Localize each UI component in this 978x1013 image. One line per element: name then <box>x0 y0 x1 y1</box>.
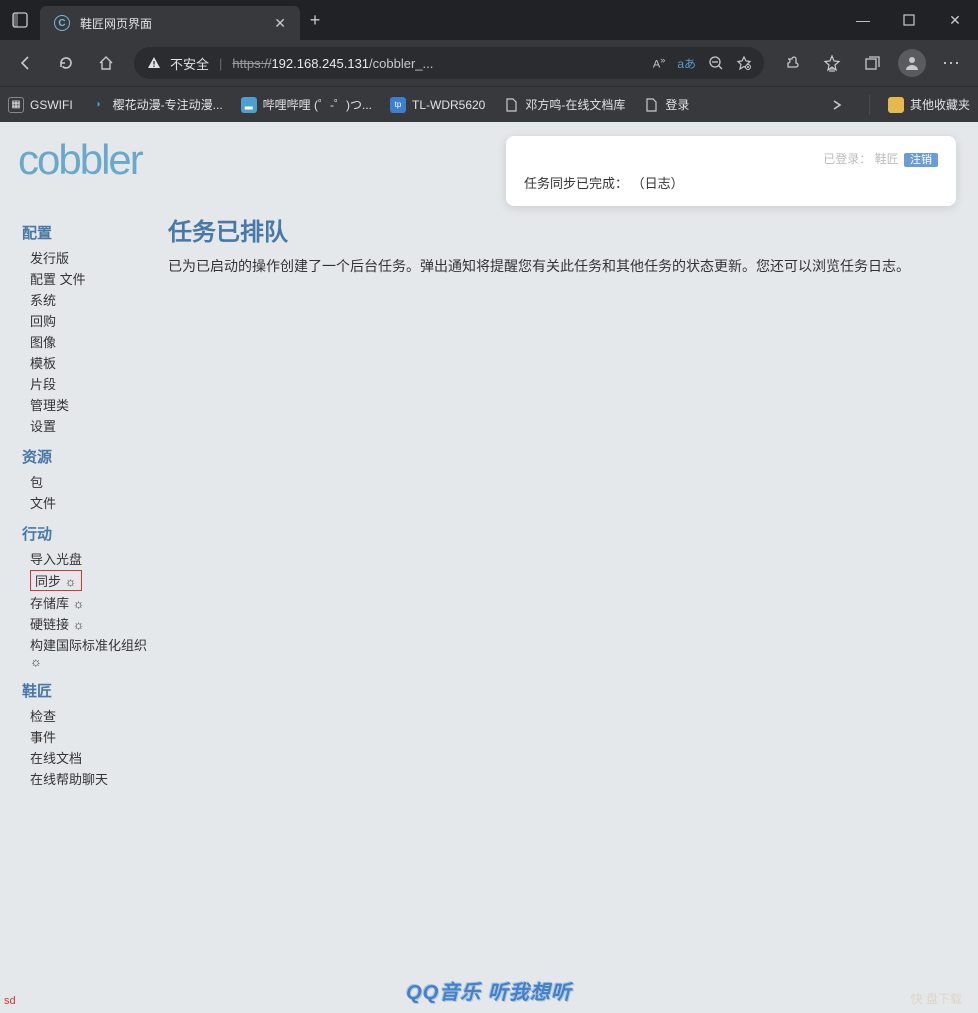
sidebar-item-templates[interactable]: 模板 <box>22 352 162 373</box>
sidebar-section-actions: 行动 <box>22 523 162 544</box>
sidebar-item-packages[interactable]: 包 <box>22 471 162 492</box>
window-controls: — ✕ <box>840 0 978 40</box>
tab-manager-icon[interactable] <box>0 12 40 28</box>
notification-panel: 已登录： 鞋匠 注销 任务同步已完成： （日志） <box>506 136 956 206</box>
tab-title: 鞋匠网页界面 <box>80 15 264 32</box>
sidebar-item-systems[interactable]: 系统 <box>22 289 162 310</box>
refresh-button[interactable] <box>48 45 84 81</box>
sidebar-item-docs[interactable]: 在线文档 <box>22 747 162 768</box>
bookmark-label: TL-WDR5620 <box>412 98 485 112</box>
favorite-icon[interactable] <box>736 55 752 71</box>
new-tab-button[interactable]: + <box>300 10 330 31</box>
sidebar-item-mgmtclasses[interactable]: 管理类 <box>22 394 162 415</box>
bookmarks-overflow-icon[interactable] <box>823 99 851 111</box>
sidebar-item-buildiso[interactable]: 构建国际标准化组织 ☼ <box>22 634 162 670</box>
sidebar-item-distros[interactable]: 发行版 <box>22 247 162 268</box>
logout-button[interactable]: 注销 <box>904 153 938 167</box>
insecure-label: 不安全 <box>170 54 209 73</box>
minimize-button[interactable]: — <box>840 0 886 40</box>
bookmark-item[interactable]: 邓方鸣-在线文档库 <box>503 96 625 113</box>
address-bar[interactable]: 不安全 | https://192.168.245.131/cobbler_..… <box>134 47 764 79</box>
bookmark-icon: tp <box>390 97 406 113</box>
sidebar-section-cobbler: 鞋匠 <box>22 680 162 701</box>
sidebar-item-profiles[interactable]: 配置 文件 <box>22 268 162 289</box>
sidebar-section-resources: 资源 <box>22 446 162 467</box>
maximize-button[interactable] <box>886 0 932 40</box>
sidebar-item-images[interactable]: 图像 <box>22 331 162 352</box>
profile-avatar[interactable] <box>894 45 930 81</box>
sidebar-item-reposync[interactable]: 存储库 ☼ <box>22 592 162 613</box>
page-icon <box>503 97 519 113</box>
sidebar-item-sync[interactable]: 同步 ☼ <box>22 569 162 592</box>
insecure-icon <box>146 55 162 71</box>
zoom-icon[interactable] <box>708 55 724 71</box>
addr-separator: | <box>219 56 222 71</box>
bookmarks-bar: ▦ GSWIFI ◗ 樱花动漫-专注动漫... ▂ 哔哩哔哩 (゜-゜)つ... tp… <box>0 86 978 122</box>
bookmark-label: GSWIFI <box>30 98 73 112</box>
bookmark-label: 樱花动漫-专注动漫... <box>113 96 223 113</box>
sidebar-item-help[interactable]: 在线帮助聊天 <box>22 768 162 789</box>
main-content: 任务已排队 已为已启动的操作创建了一个后台任务。弹出通知将提醒您有关此任务和其他… <box>168 212 956 997</box>
cobbler-logo: cobbler <box>18 136 142 184</box>
sidebar-nav: 配置 发行版 配置 文件 系统 回购 图像 模板 片段 管理类 设置 资源 包 … <box>22 212 162 997</box>
close-tab-icon[interactable]: ✕ <box>274 15 286 32</box>
url-text: https://192.168.245.131/cobbler_... <box>232 56 433 71</box>
other-bookmarks-folder[interactable]: 其他收藏夹 <box>888 96 970 113</box>
sidebar-item-snippets[interactable]: 片段 <box>22 373 162 394</box>
bookmark-label: 邓方鸣-在线文档库 <box>525 96 625 113</box>
collections-icon[interactable] <box>854 45 890 81</box>
bookmark-icon: ▂ <box>241 97 257 113</box>
bookmark-item[interactable]: tp TL-WDR5620 <box>390 97 485 113</box>
sidebar-item-hardlink[interactable]: 硬链接 ☼ <box>22 613 162 634</box>
bookmark-item[interactable]: ▦ GSWIFI <box>8 97 73 113</box>
sidebar-item-files[interactable]: 文件 <box>22 492 162 513</box>
bookmark-label: 其他收藏夹 <box>910 96 970 113</box>
close-window-button[interactable]: ✕ <box>932 0 978 40</box>
page-title: 任务已排队 <box>168 212 956 247</box>
login-status: 已登录： 鞋匠 注销 <box>524 150 938 167</box>
bookmark-item[interactable]: ◗ 樱花动漫-专注动漫... <box>91 96 223 113</box>
bookmark-item[interactable]: ▂ 哔哩哔哩 (゜-゜)つ... <box>241 96 372 113</box>
page-body: 已为已启动的操作创建了一个后台任务。弹出通知将提醒您有关此任务和其他任务的状态更… <box>168 255 938 277</box>
sidebar-item-importdvd[interactable]: 导入光盘 <box>22 548 162 569</box>
extensions-icon[interactable] <box>774 45 810 81</box>
bookmark-label: 哔哩哔哩 (゜-゜)つ... <box>263 96 372 113</box>
separator <box>869 95 870 115</box>
sidebar-item-check[interactable]: 检查 <box>22 705 162 726</box>
translate-icon[interactable]: aあ <box>677 55 696 72</box>
favicon-icon: C <box>54 15 70 31</box>
task-status-line: 任务同步已完成： （日志） <box>524 173 938 192</box>
home-button[interactable] <box>88 45 124 81</box>
bookmark-icon: ◗ <box>91 97 107 113</box>
page-icon <box>643 97 659 113</box>
logged-user: 鞋匠 <box>875 152 899 166</box>
sidebar-item-events[interactable]: 事件 <box>22 726 162 747</box>
bookmark-item[interactable]: 登录 <box>643 96 689 113</box>
task-log-link[interactable]: （日志） <box>632 176 684 191</box>
qqmusic-watermark: QQ音乐 听我想听 <box>406 976 572 1005</box>
sidebar-item-settings[interactable]: 设置 <box>22 415 162 436</box>
sidebar-section-config: 配置 <box>22 222 162 243</box>
folder-icon <box>888 97 904 113</box>
source-watermark: 快 盘下载 <box>911 990 962 1007</box>
bookmark-icon: ▦ <box>8 97 24 113</box>
page-content: cobbler 已登录： 鞋匠 注销 任务同步已完成： （日志） 配置 发行版 … <box>0 122 978 1013</box>
browser-tab[interactable]: C 鞋匠网页界面 ✕ <box>40 6 300 40</box>
favorites-icon[interactable] <box>814 45 850 81</box>
bookmark-label: 登录 <box>665 96 689 113</box>
titlebar: C 鞋匠网页界面 ✕ + — ✕ <box>0 0 978 40</box>
read-aloud-icon[interactable]: A» <box>653 55 665 71</box>
sidebar-item-repos[interactable]: 回购 <box>22 310 162 331</box>
browser-toolbar: 不安全 | https://192.168.245.131/cobbler_..… <box>0 40 978 86</box>
sd-mark: sd <box>4 995 16 1007</box>
menu-button[interactable]: ⋯ <box>934 45 970 81</box>
back-button[interactable] <box>8 45 44 81</box>
